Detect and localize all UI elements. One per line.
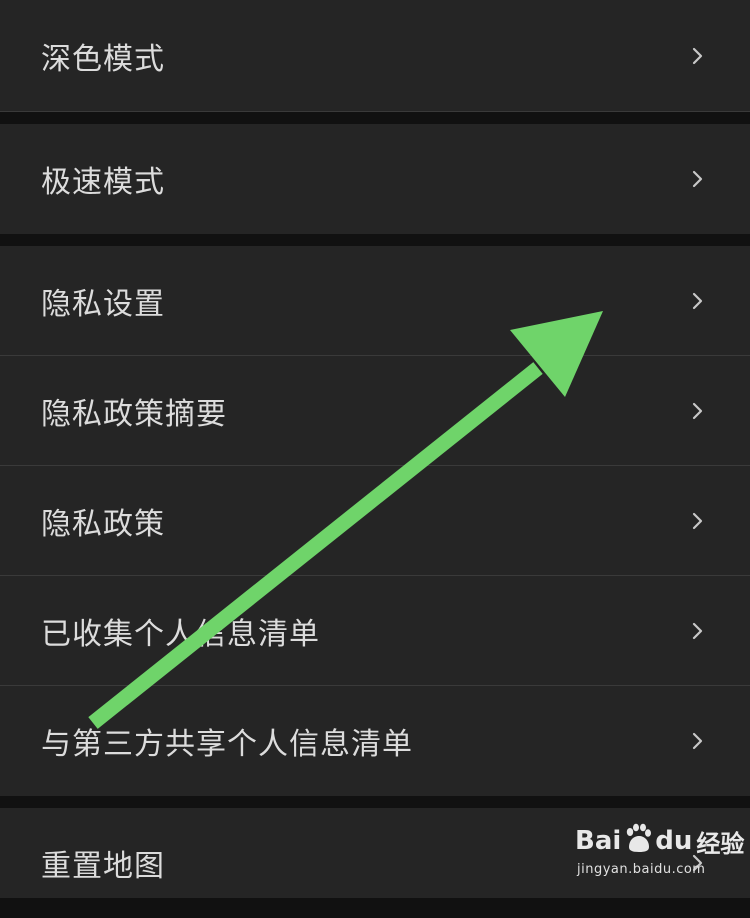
chevron-right-icon	[692, 622, 704, 640]
settings-group-speed-mode: 极速模式	[0, 124, 750, 234]
chevron-right-icon	[692, 292, 704, 310]
baidu-jingyan-watermark: Bai du 经验 jingyan.baidu.com	[575, 818, 745, 888]
settings-item-shared-info-list[interactable]: 与第三方共享个人信息清单	[0, 686, 750, 796]
settings-item-speed-mode[interactable]: 极速模式	[0, 124, 750, 234]
settings-item-privacy-settings[interactable]: 隐私设置	[0, 246, 750, 356]
settings-item-label: 重置地图	[41, 849, 165, 884]
chevron-right-icon	[692, 512, 704, 530]
chevron-right-icon	[692, 170, 704, 188]
baidu-paw-icon	[624, 823, 652, 860]
settings-item-privacy-policy[interactable]: 隐私政策	[0, 466, 750, 576]
settings-item-label: 与第三方共享个人信息清单	[41, 727, 413, 762]
watermark-brand-right: 经验	[696, 829, 745, 858]
watermark-brand-mid: du	[655, 826, 693, 856]
settings-item-label: 深色模式	[41, 41, 165, 77]
chevron-right-icon	[692, 402, 704, 420]
settings-item-privacy-policy-summary[interactable]: 隐私政策摘要	[0, 356, 750, 466]
settings-item-label: 极速模式	[41, 165, 165, 200]
settings-item-label: 隐私政策	[41, 506, 165, 542]
settings-item-label: 已收集个人信息清单	[41, 616, 320, 652]
chevron-right-icon	[692, 732, 704, 750]
settings-group-privacy: 隐私设置 隐私政策摘要 隐私政策 已收集个人信息清单 与第三方共享个人信息清单	[0, 246, 750, 796]
settings-item-dark-mode[interactable]: 深色模式	[0, 0, 750, 112]
watermark-logo: Bai du 经验	[575, 818, 744, 864]
settings-item-collected-info-list[interactable]: 已收集个人信息清单	[0, 576, 750, 686]
chevron-right-icon	[692, 47, 704, 65]
settings-group-display-mode: 深色模式	[0, 0, 750, 112]
watermark-brand-left: Bai	[575, 826, 622, 856]
settings-item-label: 隐私设置	[41, 286, 165, 322]
watermark-url: jingyan.baidu.com	[577, 862, 706, 877]
settings-item-label: 隐私政策摘要	[41, 396, 227, 432]
